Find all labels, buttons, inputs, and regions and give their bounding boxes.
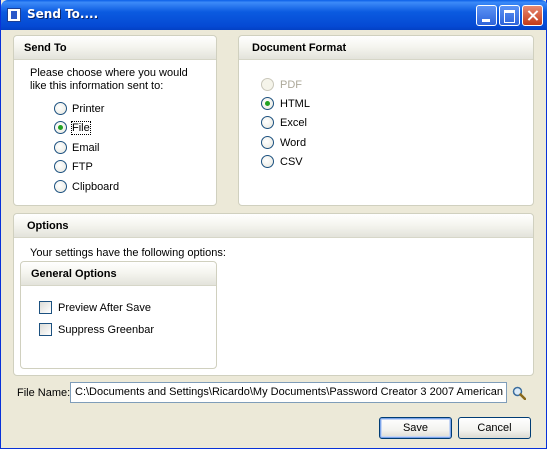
close-icon[interactable] <box>522 5 543 26</box>
radio-ftp[interactable] <box>54 160 67 173</box>
label-html[interactable]: HTML <box>280 98 310 110</box>
general-options-header: General Options <box>21 262 216 286</box>
maximize-icon[interactable] <box>499 5 520 26</box>
radio-csv[interactable] <box>261 155 274 168</box>
send-to-dialog: Send To.... Send To Please choose where … <box>0 0 547 449</box>
radio-email[interactable] <box>54 141 67 154</box>
label-csv[interactable]: CSV <box>280 156 303 168</box>
radio-pdf[interactable] <box>261 78 274 91</box>
label-email[interactable]: Email <box>72 142 100 154</box>
file-name-label: File Name: <box>17 387 71 399</box>
file-name-input[interactable]: C:\Documents and Settings\Ricardo\My Doc… <box>70 382 507 403</box>
radio-printer[interactable] <box>54 102 67 115</box>
save-button[interactable]: Save <box>379 417 452 439</box>
preview-after-save-label[interactable]: Preview After Save <box>58 302 151 314</box>
document-format-header: Document Format <box>239 36 533 60</box>
radio-excel[interactable] <box>261 116 274 129</box>
general-options-panel: General Options <box>20 261 217 369</box>
title-bar[interactable]: Send To.... <box>1 0 547 30</box>
radio-clipboard[interactable] <box>54 180 67 193</box>
suppress-greenbar-checkbox[interactable] <box>39 323 52 336</box>
options-description: Your settings have the following options… <box>30 247 226 259</box>
radio-word[interactable] <box>261 136 274 149</box>
send-to-prompt-line2: like this information sent to: <box>30 80 164 92</box>
label-printer[interactable]: Printer <box>72 103 104 115</box>
save-button-label: Save <box>402 422 429 434</box>
minimize-icon[interactable] <box>476 5 497 26</box>
send-to-prompt-line1: Please choose where you would <box>30 67 188 79</box>
window-title: Send To.... <box>27 7 99 21</box>
options-header: Options <box>14 214 533 238</box>
radio-file[interactable] <box>54 121 67 134</box>
label-ftp[interactable]: FTP <box>72 161 93 173</box>
label-pdf[interactable]: PDF <box>280 79 302 91</box>
label-word[interactable]: Word <box>280 137 306 149</box>
label-file[interactable]: File <box>71 121 91 135</box>
cancel-button-label: Cancel <box>477 422 512 434</box>
app-icon[interactable] <box>7 8 21 22</box>
radio-html[interactable] <box>261 97 274 110</box>
preview-after-save-checkbox[interactable] <box>39 301 52 314</box>
label-excel[interactable]: Excel <box>280 117 307 129</box>
magnifier-icon[interactable] <box>512 386 526 400</box>
suppress-greenbar-label[interactable]: Suppress Greenbar <box>58 324 154 336</box>
cancel-button[interactable]: Cancel <box>458 417 531 439</box>
label-clipboard[interactable]: Clipboard <box>72 181 119 193</box>
send-to-header: Send To <box>14 36 216 60</box>
